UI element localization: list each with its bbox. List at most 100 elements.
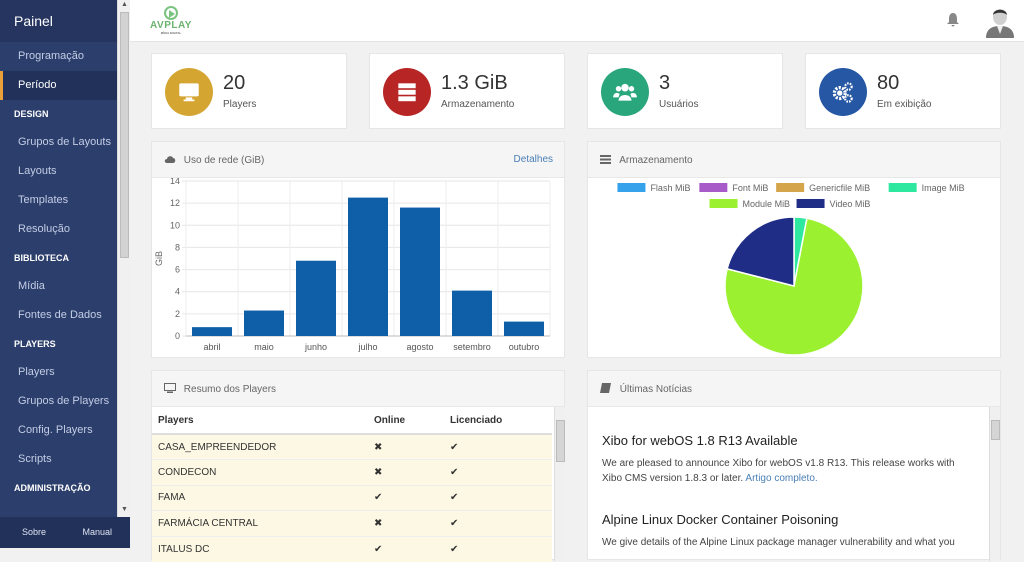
sidebar-item[interactable]: Templates: [0, 186, 117, 215]
y-tick-label: 14: [170, 178, 180, 186]
stat-card[interactable]: 1.3 GiB Armazenamento: [369, 53, 565, 129]
online-status: ✔: [368, 535, 444, 562]
about-link[interactable]: Sobre: [22, 527, 46, 548]
x-tick-label: maio: [254, 342, 274, 352]
y-tick-label: 2: [175, 309, 180, 319]
x-tick-label: agosto: [406, 342, 433, 352]
server-icon: [383, 68, 431, 116]
play-icon: [164, 6, 178, 20]
stat-value: 3: [659, 72, 671, 94]
y-axis-label: GiB: [154, 251, 164, 266]
legend-label: Font MiB: [732, 183, 768, 193]
cogs-icon: [819, 68, 867, 116]
players-table-scrollbar[interactable]: [554, 407, 565, 561]
player-name: FARMÁCIA CENTRAL: [152, 510, 368, 536]
sidebar-item[interactable]: Grupos de Players: [0, 387, 117, 416]
manual-link[interactable]: Manual: [82, 527, 112, 548]
y-tick-label: 10: [170, 220, 180, 230]
table-row[interactable]: FAMA ✔ ✔: [152, 484, 552, 511]
legend-swatch: [699, 183, 728, 192]
sidebar-section-header: BIBLIOTECA: [14, 253, 69, 263]
legend-swatch: [796, 199, 825, 208]
top-bar: AVPLAY MÍDIA DIGITAL: [130, 0, 1024, 42]
sidebar-item[interactable]: Config. Players: [0, 416, 117, 445]
panel-header: Armazenamento: [588, 142, 1000, 178]
x-tick-label: junho: [304, 342, 327, 352]
stat-label: Armazenamento: [441, 99, 515, 110]
players-summary-panel: Resumo dos Players Players Online Licencia…: [151, 370, 565, 562]
stat-card[interactable]: 80 Em exibição: [805, 53, 1001, 129]
bar: [400, 207, 440, 336]
table-row[interactable]: CASA_EMPREENDEDOR ✖ ✔: [152, 433, 552, 460]
panel-title: Últimas Notícias: [619, 384, 693, 395]
bar: [452, 290, 492, 336]
sidebar-section-header: ADMINISTRAÇÃO: [14, 483, 91, 493]
online-status: ✖: [368, 510, 444, 536]
x-tick-label: outubro: [509, 342, 540, 352]
players-table: Players Online Licenciado CASA_EMPREENDEDO…: [152, 407, 552, 562]
scroll-down-arrow[interactable]: ▼: [121, 506, 128, 513]
y-tick-label: 4: [175, 287, 180, 297]
player-name: ITALUS DC: [152, 535, 368, 562]
legend-swatch: [617, 183, 646, 192]
list-icon: [600, 155, 611, 164]
logo[interactable]: AVPLAY MÍDIA DIGITAL: [150, 6, 192, 38]
stat-value: 20: [223, 72, 246, 94]
panel-title: Resumo dos Players: [183, 384, 277, 395]
legend-swatch: [776, 183, 805, 192]
sidebar-item[interactable]: Mídia: [0, 272, 117, 301]
article-body: We are pleased to announce Xibo for webO…: [602, 456, 964, 486]
stat-card[interactable]: 3 Usuários: [587, 53, 783, 129]
table-row[interactable]: ITALUS DC ✔ ✔: [152, 535, 552, 562]
y-tick-label: 6: [175, 265, 180, 275]
scroll-thumb[interactable]: [991, 420, 1000, 440]
player-name: CASA_EMPREENDEDOR: [152, 433, 368, 460]
sidebar-item[interactable]: Players: [0, 358, 117, 387]
legend-label: Module MiB: [743, 199, 791, 209]
table-row[interactable]: FARMÁCIA CENTRAL ✖ ✔: [152, 510, 552, 536]
sidebar-item[interactable]: Resolução: [0, 215, 117, 244]
monitor-icon: [165, 68, 213, 116]
legend-label: Genericfile MiB: [809, 183, 870, 193]
sidebar-item[interactable]: Período: [0, 71, 117, 100]
details-link[interactable]: Detalhes: [514, 154, 553, 165]
book-icon: [600, 383, 611, 393]
stat-label: Players: [223, 99, 257, 110]
column-header[interactable]: Players: [152, 407, 368, 435]
user-avatar[interactable]: [984, 4, 1016, 38]
sidebar-item[interactable]: Scripts: [0, 445, 117, 474]
news-scrollbar[interactable]: [989, 407, 1000, 561]
licensed-status: ✔: [444, 510, 552, 536]
logo-subtext: MÍDIA DIGITAL: [160, 31, 182, 35]
sidebar-item[interactable]: Fontes de Dados: [0, 301, 117, 330]
legend-label: Flash MiB: [650, 183, 690, 193]
news-panel: Últimas Notícias Xibo for webOS 1.8 R13 …: [587, 370, 1001, 561]
storage-panel: Armazenamento Flash MiB Font MiB Genericfi…: [587, 141, 1001, 358]
licensed-status: ✔: [444, 484, 552, 511]
sidebar-item[interactable]: Programação: [0, 42, 117, 71]
legend-label: Image MiB: [922, 183, 965, 193]
table-row[interactable]: CONDECON ✖ ✔: [152, 459, 552, 485]
full-article-link[interactable]: Artigo completo.: [745, 473, 817, 484]
x-tick-label: julho: [357, 342, 377, 352]
sidebar-scrollbar[interactable]: ▲ ▼: [117, 0, 130, 517]
stat-label: Usuários: [659, 99, 699, 110]
scroll-thumb[interactable]: [120, 12, 129, 258]
stat-card[interactable]: 20 Players: [151, 53, 347, 129]
panel-title: Armazenamento: [619, 155, 693, 166]
sidebar-item[interactable]: Layouts: [0, 157, 117, 186]
news-feed: Xibo for webOS 1.8 R13 Available We are …: [588, 407, 978, 550]
panel-header: Últimas Notícias: [588, 371, 1000, 407]
scroll-up-arrow[interactable]: ▲: [121, 1, 128, 8]
column-header[interactable]: Licenciado: [444, 407, 552, 435]
y-tick-label: 8: [175, 242, 180, 252]
storage-pie-chart: Flash MiB Font MiB Genericfile MiB Image Mi…: [617, 183, 965, 356]
scroll-thumb[interactable]: [556, 420, 565, 462]
sidebar-title[interactable]: Painel: [0, 0, 117, 42]
column-header[interactable]: Online: [368, 407, 444, 435]
bell-icon[interactable]: [946, 12, 960, 28]
sidebar-item[interactable]: Grupos de Layouts: [0, 128, 117, 157]
bar: [192, 327, 232, 336]
users-icon: [601, 68, 649, 116]
network-bar-chart: 0 2 4 6 8 10 12 14 abril maio junho julho agosto sete…: [154, 176, 551, 352]
